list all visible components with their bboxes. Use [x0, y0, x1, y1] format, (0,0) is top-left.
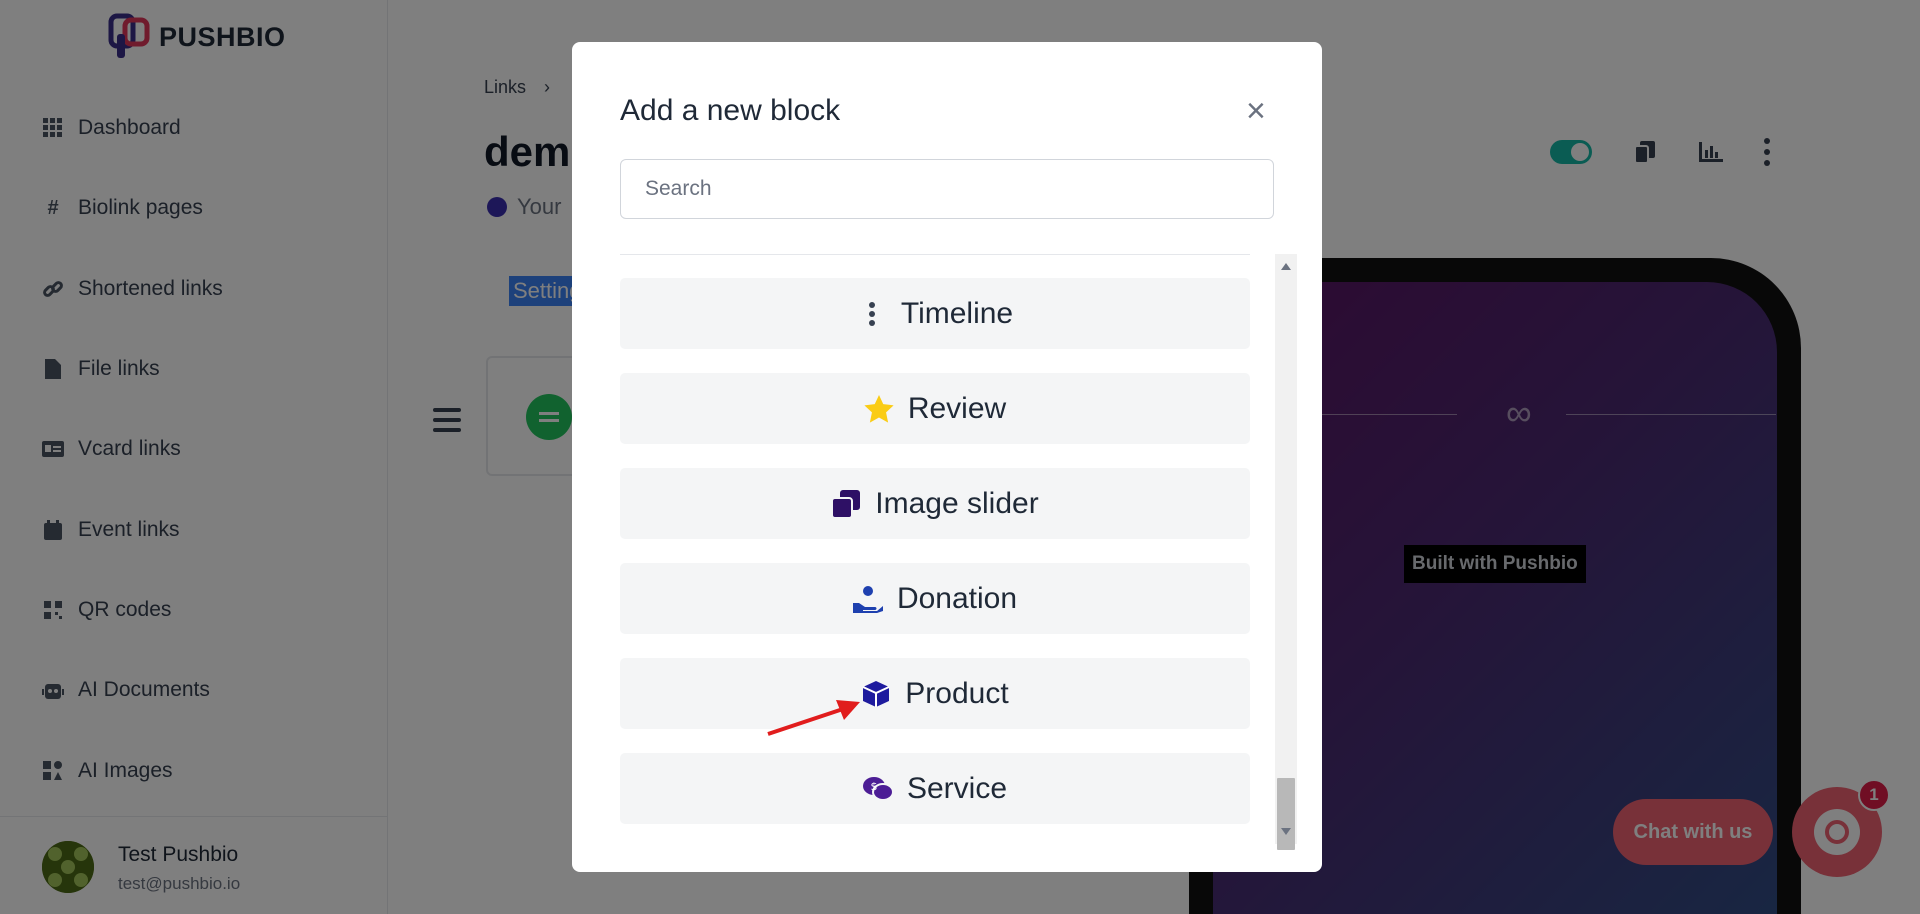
block-option-product[interactable]: Product — [620, 658, 1250, 729]
vertical-dots-icon — [857, 299, 887, 329]
block-list-scrollbar[interactable] — [1275, 254, 1297, 850]
block-option-label: Timeline — [900, 296, 1014, 330]
donation-hand-icon — [852, 584, 883, 614]
block-list: Timeline Review Image slider Donation Pr — [620, 254, 1250, 844]
scroll-down-arrow-icon[interactable] — [1281, 828, 1291, 835]
block-option-label: Service — [906, 771, 1008, 805]
block-option-donation[interactable]: Donation — [620, 563, 1250, 634]
close-icon[interactable]: × — [1246, 94, 1266, 128]
star-icon — [864, 394, 894, 424]
image-slider-icon — [831, 489, 861, 519]
block-option-label: Product — [905, 676, 1009, 710]
block-option-timeline[interactable]: Timeline — [620, 278, 1250, 349]
block-option-label: Donation — [896, 581, 1018, 615]
block-option-label: Image slider — [875, 486, 1039, 520]
svg-text:$: $ — [870, 780, 877, 793]
service-chat-icon: $ — [862, 774, 893, 804]
block-option-review[interactable]: Review — [620, 373, 1250, 444]
modal-title: Add a new block — [620, 94, 841, 127]
scroll-up-arrow-icon[interactable] — [1281, 263, 1291, 270]
scrollbar-thumb[interactable] — [1277, 778, 1295, 850]
block-option-label: Review — [907, 391, 1007, 425]
red-pointer-arrow-icon — [767, 700, 860, 736]
block-option-service[interactable]: $ Service — [620, 753, 1250, 824]
search-input[interactable] — [620, 159, 1274, 219]
add-block-modal: Add a new block × Timeline Review Image … — [572, 42, 1322, 872]
block-option-image-slider[interactable]: Image slider — [620, 468, 1250, 539]
